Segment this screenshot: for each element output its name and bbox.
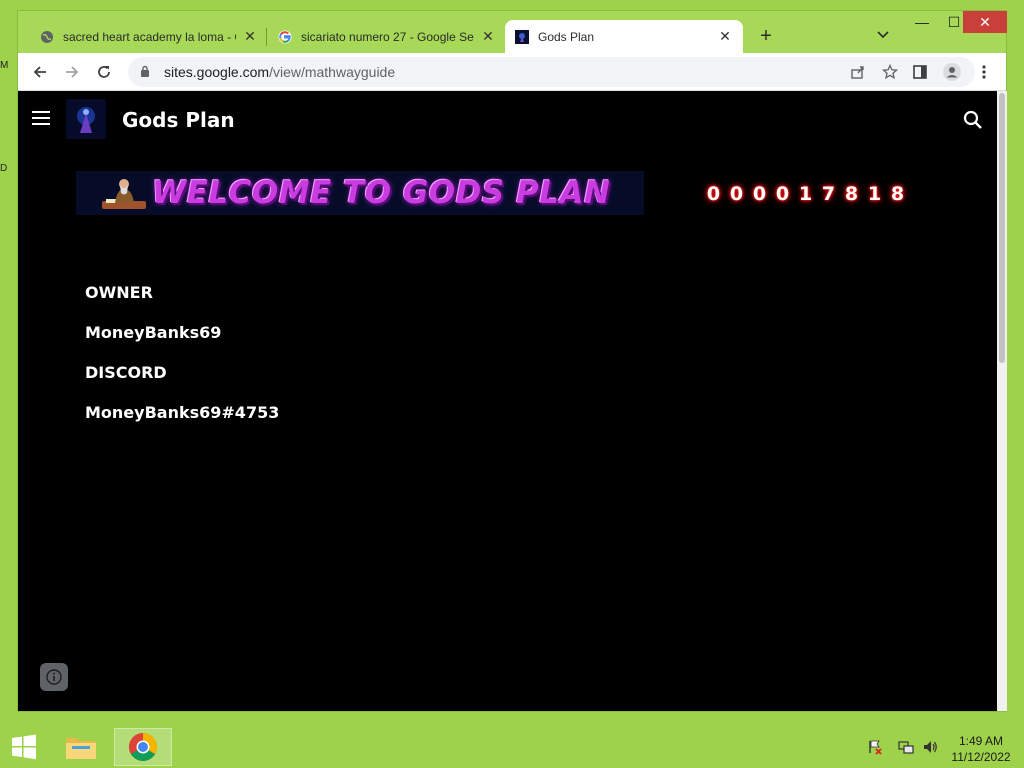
tab-title: sacred heart academy la loma - G [63,29,236,44]
close-window-button[interactable]: ✕ [963,11,1007,33]
counter-digit: 1 [798,183,813,205]
counter-digit: 1 [867,183,882,205]
desktop-icon-label: M [0,60,9,71]
owner-name: MoneyBanks69 [85,323,222,342]
address-bar[interactable]: sites.google.com/view/mathwayguide [128,57,975,87]
forward-button[interactable] [60,60,84,84]
tab-gods-plan[interactable]: Gods Plan ✕ [505,20,743,53]
clock-date: 11/12/2022 [951,750,1011,764]
tab-sacred-heart[interactable]: sacred heart academy la loma - G ✕ [30,20,268,53]
info-icon [46,669,62,685]
tab-divider [266,28,267,46]
chrome-taskbar-button[interactable] [114,728,172,766]
share-icon[interactable] [848,62,868,82]
side-panel-icon[interactable] [908,60,932,84]
url-path: /view/mathwayguide [269,64,396,80]
back-button[interactable] [28,60,52,84]
taskbar-clock[interactable]: 1:49 AM 11/12/2022 [948,733,1014,765]
windows-logo-icon [12,734,36,760]
site-header: Gods Plan [18,91,997,147]
counter-digit: 0 [775,183,790,205]
network-icon[interactable] [898,739,914,755]
volume-icon[interactable] [922,739,938,755]
site-info-button[interactable] [40,663,68,691]
scrollbar-thumb[interactable] [999,93,1005,363]
new-tab-button[interactable]: + [756,25,776,47]
flag-notification-icon[interactable] [867,739,883,755]
minimize-button[interactable]: — [906,11,938,33]
search-icon[interactable] [962,109,984,131]
site-logo[interactable] [66,99,106,139]
site-title[interactable]: Gods Plan [122,108,235,132]
file-explorer-button[interactable] [60,728,102,766]
discord-handle: MoneyBanks69#4753 [85,403,280,422]
counter-digit: 0 [729,183,744,205]
page-scrollbar[interactable] [997,91,1007,711]
folder-icon [66,738,96,759]
forward-arrow-icon [66,66,79,78]
profile-avatar-icon[interactable] [940,60,964,84]
close-tab-icon[interactable]: ✕ [242,28,258,45]
clock-time: 1:49 AM [958,734,1004,748]
bookmark-star-icon[interactable] [880,62,900,82]
discord-heading: DISCORD [85,363,167,382]
back-arrow-icon [33,66,46,78]
counter-digit: 7 [821,183,836,205]
lock-icon [140,65,154,80]
url-host: sites.google.com [164,64,270,80]
start-button[interactable] [8,728,40,766]
google-g-icon [278,30,292,44]
counter-digit: 0 [752,183,767,205]
browser-toolbar: sites.google.com/view/mathwayguide [18,53,1006,91]
tab-sicariato[interactable]: sicariato numero 27 - Google Se ✕ [268,20,506,53]
banner-text: WELCOME TO GODS PLAN [152,175,611,211]
close-tab-icon[interactable]: ✕ [480,28,496,45]
chrome-icon [129,733,157,761]
taskbar: 1:49 AM 11/12/2022 [0,726,1024,768]
visitor-counter: 0 0 0 0 1 7 8 1 8 [702,183,909,207]
tab-title: sicariato numero 27 - Google Se [301,29,474,44]
counter-digit: 8 [890,183,905,205]
reload-button[interactable] [92,60,116,84]
counter-digit: 8 [844,183,859,205]
menu-kebab-icon[interactable] [972,60,996,84]
praying-monk-icon [102,179,146,209]
tab-title: Gods Plan [538,29,595,44]
counter-digit: 0 [706,183,721,205]
url-text: sites.google.com/view/mathwayguide [164,64,395,80]
owner-heading: OWNER [85,283,153,302]
site-favicon [515,29,529,44]
web-page: Gods Plan WELCOME TO GODS PLAN 0 0 0 0 1… [18,91,997,711]
close-tab-icon[interactable]: ✕ [717,28,733,45]
tab-strip: sacred heart academy la loma - G ✕ sicar… [18,11,1007,53]
browser-window: sacred heart academy la loma - G ✕ sicar… [17,10,1007,712]
reload-icon [98,66,110,78]
desktop-icon-label: D [0,163,8,174]
hamburger-menu-icon[interactable] [32,111,50,125]
globe-icon [40,30,54,44]
tab-search-chevron-icon[interactable] [877,27,889,42]
welcome-banner: WELCOME TO GODS PLAN [76,171,644,215]
